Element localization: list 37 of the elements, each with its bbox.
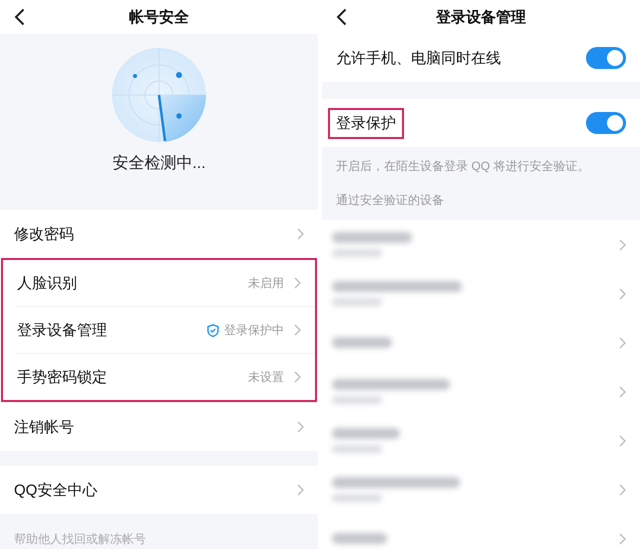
back-icon[interactable] — [336, 8, 347, 26]
screen-title: 帐号安全 — [129, 8, 189, 26]
section-title: 通过安全验证的设备 — [335, 192, 445, 208]
chevron-icon — [619, 336, 626, 348]
row-label: 手势密码锁定 — [17, 368, 108, 386]
chevron-icon — [297, 228, 304, 240]
chevron-icon — [297, 484, 304, 496]
row-label: 登录设备管理 — [17, 320, 108, 340]
chevron-icon — [294, 324, 301, 336]
screen-title: 登录设备管理 — [436, 8, 526, 26]
row-status: 未启用 — [248, 274, 284, 292]
chevron-icon — [294, 371, 301, 383]
blurred-text — [330, 426, 402, 455]
scan-status: 安全检测中... — [112, 154, 206, 174]
chevron-icon — [297, 421, 304, 433]
toggle-switch[interactable] — [586, 112, 626, 134]
chevron-icon — [619, 434, 626, 446]
blurred-text — [330, 531, 389, 546]
chevron-icon — [619, 386, 626, 398]
switch-label: 登录保护 — [336, 114, 396, 132]
row-label: 注销帐号 — [14, 418, 75, 436]
chevron-icon — [619, 238, 626, 250]
row-label: 修改密码 — [14, 224, 75, 244]
chevron-icon — [619, 532, 626, 544]
row-status: 登录保护中 — [224, 322, 284, 338]
toggle-switch[interactable] — [586, 47, 626, 69]
blurred-text — [330, 335, 394, 350]
chevron-icon — [294, 277, 301, 289]
row-label: QQ安全中心 — [14, 480, 98, 500]
row-status: 未设置 — [248, 368, 284, 386]
back-icon[interactable] — [14, 8, 25, 26]
hint-text: 开启后，在陌生设备登录 QQ 将进行安全验证。 — [335, 158, 590, 175]
switch-label: 允许手机、电脑同时在线 — [336, 48, 501, 68]
chevron-icon — [619, 484, 626, 496]
shield-icon — [207, 324, 219, 336]
row-label: 人脸识别 — [17, 274, 78, 292]
chevron-icon — [619, 288, 626, 300]
